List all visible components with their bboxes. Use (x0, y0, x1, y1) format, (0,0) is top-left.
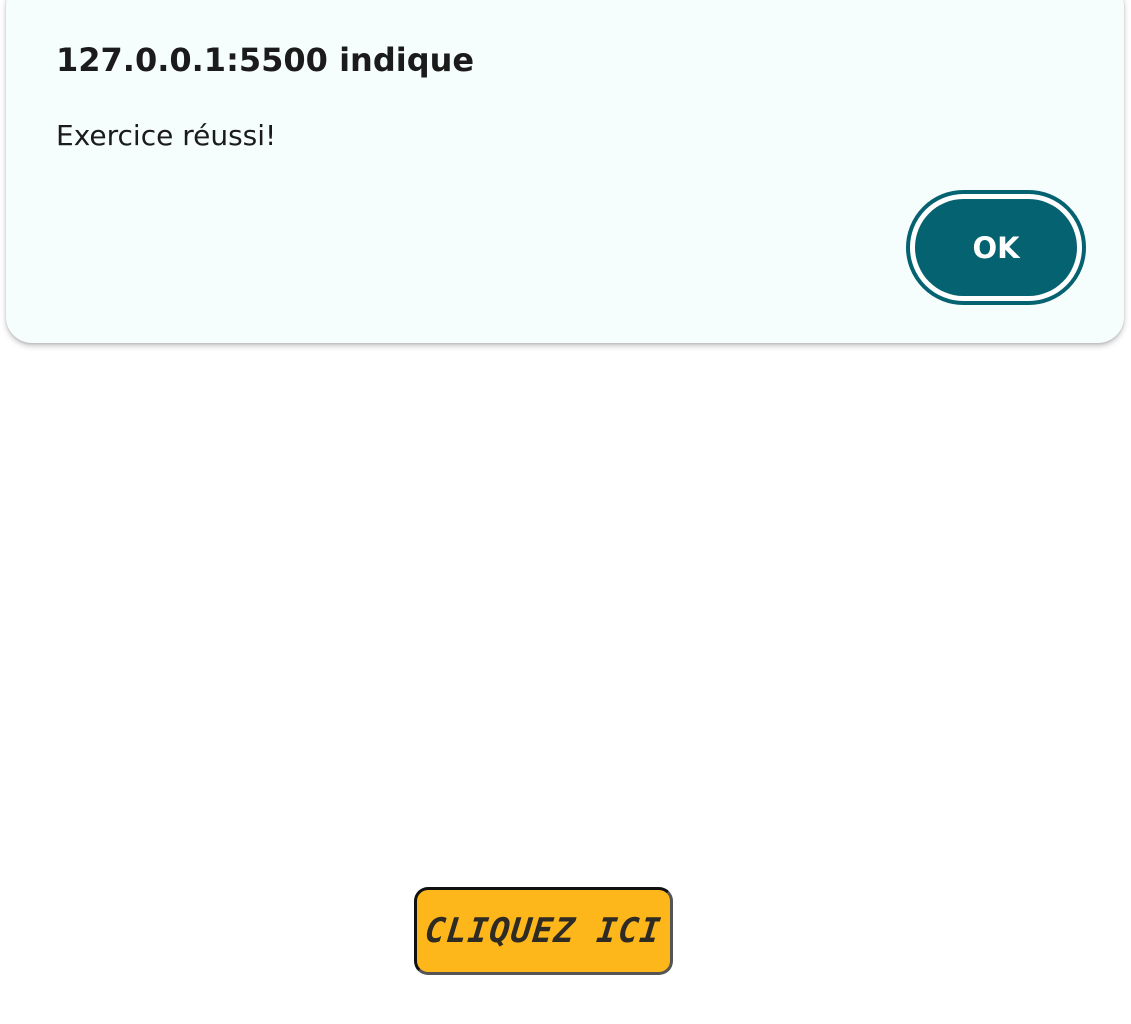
click-here-button[interactable]: CLIQUEZ ICI (414, 887, 673, 975)
ok-button[interactable]: OK (906, 190, 1086, 305)
click-here-label: CLIQUEZ ICI (423, 911, 664, 951)
page: 127.0.0.1:5500 indique Exercice réussi! … (0, 0, 1131, 1024)
ok-button-label: OK (915, 199, 1077, 296)
dialog-message: Exercice réussi! (56, 119, 277, 152)
alert-dialog: 127.0.0.1:5500 indique Exercice réussi! … (6, 0, 1124, 343)
dialog-title: 127.0.0.1:5500 indique (56, 41, 475, 79)
